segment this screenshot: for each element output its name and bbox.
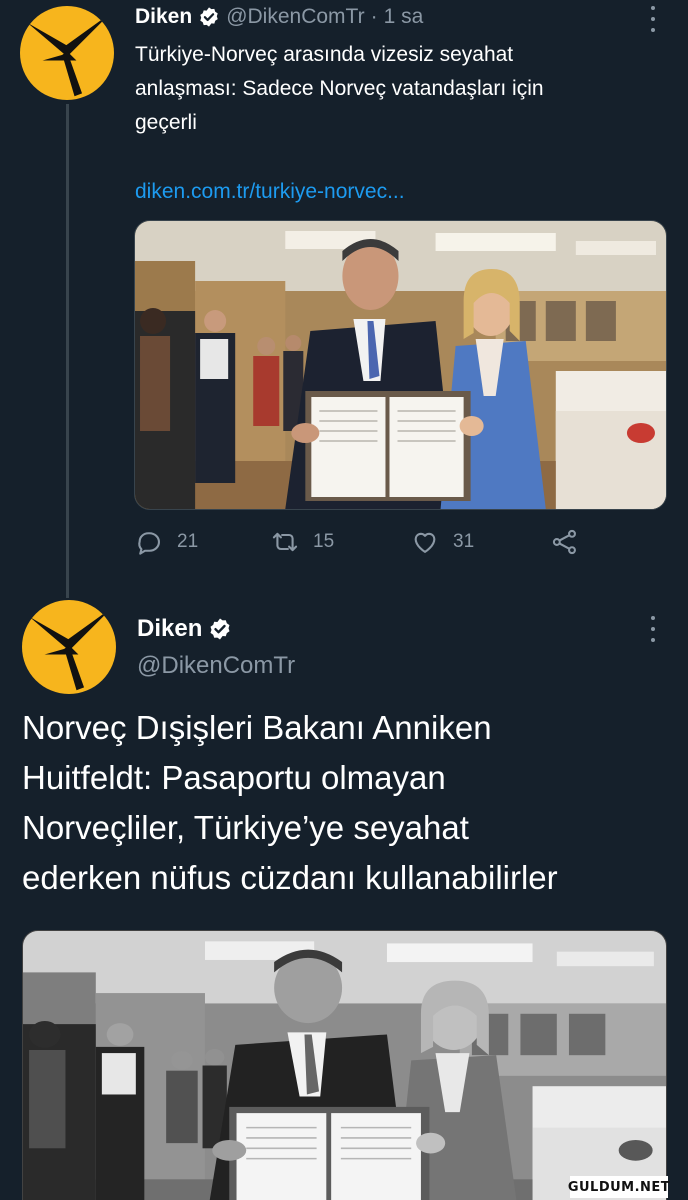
verified-badge-icon (208, 617, 232, 641)
diken-logo-icon (20, 6, 114, 100)
more-icon[interactable] (648, 6, 658, 32)
share-button[interactable] (551, 528, 593, 556)
like-button[interactable]: 31 (411, 528, 474, 556)
tweet-text-line: Norveç Dışişleri Bakanı Anniken (22, 709, 492, 746)
author-name[interactable]: Diken (135, 5, 192, 29)
thread-line (66, 104, 69, 598)
like-icon (414, 532, 436, 553)
retweet-button[interactable]: 15 (271, 528, 334, 556)
more-icon[interactable] (648, 616, 658, 642)
tweet-text-line: Norveçliler, Türkiye’ye seyahat (22, 809, 469, 846)
tweet-photo[interactable] (134, 220, 667, 510)
tweet-text-line: geçerli (135, 111, 197, 134)
tweet-header: Diken @DikenComTr · 1 sa (135, 5, 423, 29)
author-name-row: Diken (137, 615, 238, 643)
like-count: 31 (453, 531, 475, 552)
tweet-link[interactable]: diken.com.tr/turkiye-norvec... (135, 180, 405, 204)
tweet-time[interactable]: 1 sa (384, 5, 424, 29)
verified-badge-icon (198, 6, 220, 28)
tweet-text-line: anlaşması: Sadece Norveç vatandaşları iç… (135, 77, 544, 100)
author-handle[interactable]: @DikenComTr (137, 652, 295, 680)
avatar[interactable] (22, 600, 116, 694)
watermark: GULDUM.NET (568, 1176, 670, 1198)
author-handle[interactable]: @DikenComTr (226, 5, 364, 29)
tweet-text: Norveç Dışişleri Bakanı Anniken Huitfeld… (22, 703, 672, 903)
diken-logo-icon (22, 600, 116, 694)
reply-count: 21 (177, 531, 199, 552)
author-name[interactable]: Diken (137, 615, 202, 643)
avatar[interactable] (20, 6, 114, 100)
reply-button[interactable]: 21 (135, 528, 198, 556)
tweet-text-line: Huitfeldt: Pasaportu olmayan (22, 759, 446, 796)
separator: · (370, 5, 378, 28)
retweet-icon (272, 532, 298, 552)
tweet-photo[interactable] (22, 930, 667, 1200)
tweet-text: Türkiye-Norveç arasında vizesiz seyahat … (135, 38, 665, 140)
share-icon (552, 529, 576, 555)
tweet-text-line: Türkiye-Norveç arasında vizesiz seyahat (135, 43, 514, 66)
tweet-text-line: ederken nüfus cüzdanı kullanabilirler (22, 859, 558, 896)
tweet-actions: 21 15 31 (135, 528, 585, 560)
reply-icon (138, 532, 160, 555)
retweet-count: 15 (313, 531, 335, 552)
